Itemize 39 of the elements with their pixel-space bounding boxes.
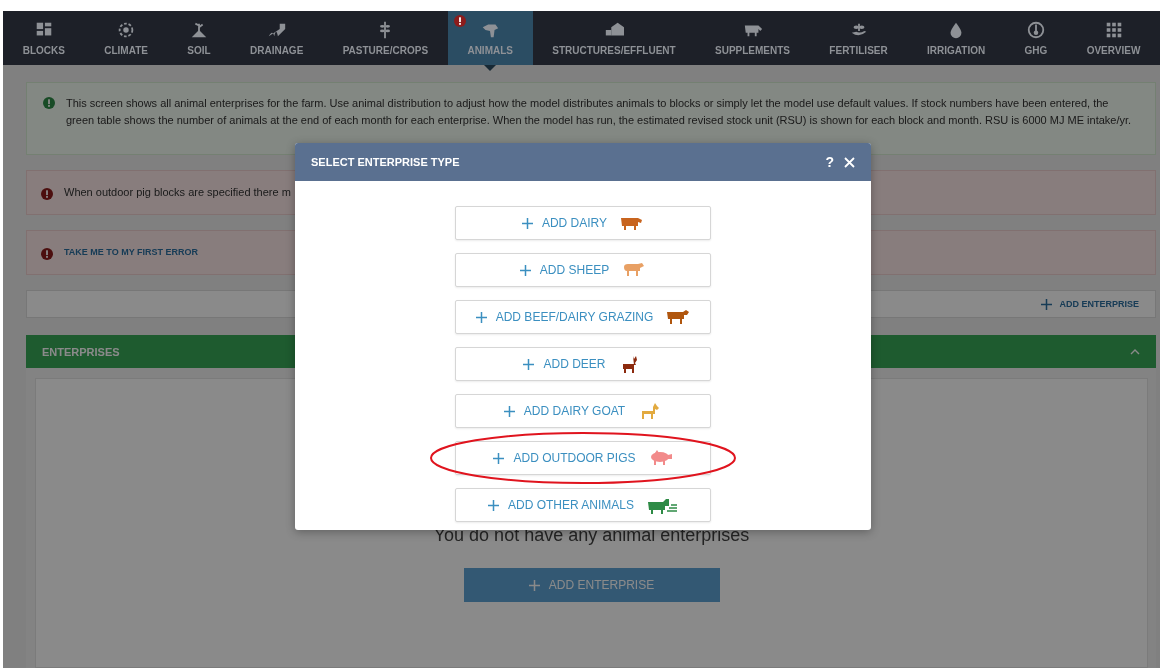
nav-tab[interactable]: FERTILISER [809, 11, 908, 65]
help-button[interactable]: ? [825, 154, 834, 170]
plus-icon [493, 452, 505, 464]
add-animal-button[interactable]: ADD BEEF/DAIRY GRAZING [455, 300, 711, 334]
plus-icon [519, 264, 531, 276]
first-error-link[interactable]: TAKE ME TO MY FIRST ERROR [64, 244, 198, 261]
nav-tab[interactable]: DRAINAGE [230, 11, 323, 65]
plus-icon [1041, 298, 1053, 310]
add-animal-button[interactable]: ADD DAIRY GOAT [455, 394, 711, 428]
error-icon [41, 187, 53, 200]
error-icon [453, 15, 466, 27]
add-animal-button[interactable]: ADD OUTDOOR PIGS [455, 441, 711, 475]
nav-tab[interactable]: SUPPLEMENTS [695, 11, 810, 65]
add-enterprise-link[interactable]: ADD ENTERPRISE [1041, 298, 1139, 310]
nav-tab[interactable]: SOIL [167, 11, 231, 65]
error-icon [41, 247, 53, 260]
info-icon [43, 97, 55, 109]
nav-tab[interactable]: OVERVIEW [1067, 11, 1161, 65]
nav-tab[interactable]: GHG [1004, 11, 1067, 65]
nav-tab[interactable]: PASTURE/CROPS [323, 11, 448, 65]
error-message: When outdoor pig blocks are specified there m [64, 185, 291, 200]
plus-icon [523, 358, 535, 370]
plus-icon [521, 217, 533, 229]
plus-icon [488, 499, 499, 511]
nav-tab[interactable]: IRRIGATION [907, 11, 1005, 65]
add-animal-button[interactable]: ADD DEER [455, 347, 711, 381]
add-animal-button[interactable]: ADD SHEEP [455, 253, 711, 287]
modal-title: SELECT ENTERPRISE TYPE [311, 156, 461, 168]
plus-icon [528, 579, 540, 591]
plus-icon [503, 405, 515, 417]
nav-tab[interactable]: CLIMATE [84, 11, 168, 65]
info-message: This screen shows all animal enterprises for the farm. Use animal distribution to adjust how the model distributes animals to blocks or simply let the model use default values. If stock numbers have been entered, the green table shows the number of animals at the end of each month for each enterprise. When the model has run, the estimated revised stock unit (RSU) is shown for each block and month. RSU is 6000 MJ ME intake/yr. [66, 96, 1133, 128]
panel-title: ENTERPRISES [42, 345, 120, 358]
add-animal-button[interactable]: ADD OTHER ANIMALS [455, 488, 711, 522]
nav-tab[interactable]: STRUCTURES/EFFLUENT [532, 11, 696, 65]
close-icon[interactable] [844, 156, 855, 168]
plus-icon [475, 311, 487, 323]
nav-tab[interactable]: BLOCKS [3, 11, 85, 65]
add-animal-button[interactable]: ADD DAIRY [455, 206, 711, 240]
